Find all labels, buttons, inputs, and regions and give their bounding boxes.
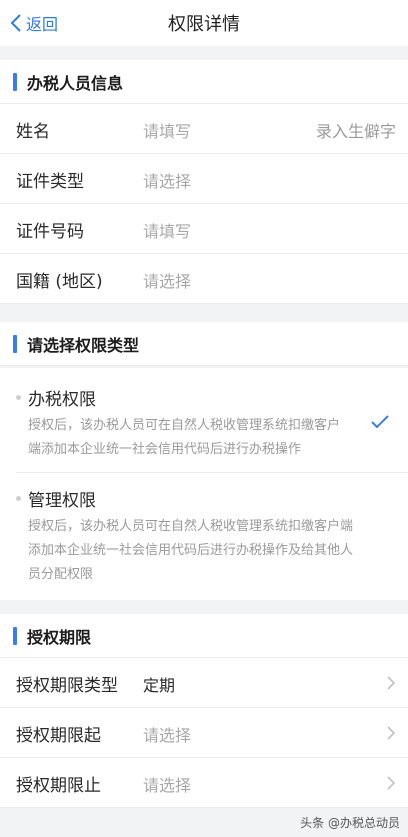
permission-option-tax[interactable]: 办税权限 授权后，该办税人员可在自然人税收管理系统扣缴客户 端添加本企业统一社会… xyxy=(0,368,408,472)
desc-line: 授权后，该办税人员可在自然人税收管理系统扣缴客户端 xyxy=(28,519,354,534)
field-label: 授权期限止 xyxy=(16,776,101,796)
rare-char-entry-link[interactable]: 录入生僻字 xyxy=(316,118,396,142)
bullet-dot xyxy=(16,395,21,400)
period-end-select[interactable]: 请选择 xyxy=(143,772,191,796)
field-label: 姓名 xyxy=(16,122,50,142)
checkmark-icon xyxy=(371,415,389,429)
field-label: 国籍 (地区) xyxy=(16,272,103,292)
period-start-select[interactable]: 请选择 xyxy=(143,722,191,746)
id-type-field-row[interactable]: 证件类型 请选择 xyxy=(0,154,408,204)
period-type-row[interactable]: 授权期限类型 定期 xyxy=(0,658,408,708)
id-type-select[interactable]: 请选择 xyxy=(143,168,191,192)
nav-header: 返回 权限详情 xyxy=(0,0,408,46)
period-start-row[interactable]: 授权期限起 请选择 xyxy=(0,708,408,758)
name-field-row[interactable]: 姓名 请填写 录入生僻字 xyxy=(0,104,408,154)
nationality-field-row[interactable]: 国籍 (地区) 请选择 xyxy=(0,254,408,304)
section-accent-bar xyxy=(13,334,17,353)
permission-detail-page: 返回 权限详情 办税人员信息 姓名 请填写 录入生僻字 证件类型 请选择 证件号… xyxy=(0,0,408,837)
desc-line: 员分配权限 xyxy=(28,567,94,582)
section-header-auth-period: 授权期限 xyxy=(0,614,408,658)
id-number-field-row[interactable]: 证件号码 请填写 xyxy=(0,204,408,254)
chevron-right-icon xyxy=(387,726,396,740)
desc-line: 授权后，该办税人员可在自然人税收管理系统扣缴客户 xyxy=(28,418,341,433)
section-accent-bar xyxy=(13,72,17,91)
chevron-right-icon xyxy=(387,676,396,690)
page-title: 权限详情 xyxy=(168,14,240,35)
field-label: 授权期限类型 xyxy=(16,676,118,696)
name-input[interactable]: 请填写 xyxy=(143,118,191,142)
permission-options: 办税权限 授权后，该办税人员可在自然人税收管理系统扣缴客户 端添加本企业统一社会… xyxy=(0,368,408,600)
section-accent-bar xyxy=(13,626,17,645)
option-description: 授权后，该办税人员可在自然人税收管理系统扣缴客户 端添加本企业统一社会信用代码后… xyxy=(28,414,340,462)
bullet-dot xyxy=(16,496,21,501)
field-label: 证件类型 xyxy=(16,172,84,192)
permission-option-admin[interactable]: 管理权限 授权后，该办税人员可在自然人税收管理系统扣缴客户端 添加本企业统一社会… xyxy=(0,473,408,600)
desc-line: 添加本企业统一社会信用代码后进行办税操作及给其他人 xyxy=(28,543,354,558)
watermark-text: 头条 @办税总动员 xyxy=(300,816,400,830)
id-number-input[interactable]: 请填写 xyxy=(143,218,191,242)
option-description: 授权后，该办税人员可在自然人税收管理系统扣缴客户端 添加本企业统一社会信用代码后… xyxy=(28,515,353,587)
section-title: 请选择权限类型 xyxy=(27,335,140,355)
desc-line: 端添加本企业统一社会信用代码后进行办税操作 xyxy=(28,442,302,457)
nationality-select[interactable]: 请选择 xyxy=(143,268,191,292)
section-title: 办税人员信息 xyxy=(27,73,124,93)
chevron-right-icon xyxy=(387,776,396,790)
section-header-staff-info: 办税人员信息 xyxy=(0,60,408,104)
option-title: 管理权限 xyxy=(28,491,96,511)
section-header-permission-type: 请选择权限类型 xyxy=(0,322,408,366)
period-type-select[interactable]: 定期 xyxy=(143,672,175,696)
period-end-row[interactable]: 授权期限止 请选择 xyxy=(0,758,408,808)
section-title: 授权期限 xyxy=(27,627,92,647)
field-label: 授权期限起 xyxy=(16,726,101,746)
field-label: 证件号码 xyxy=(16,222,84,242)
option-title: 办税权限 xyxy=(28,390,96,410)
